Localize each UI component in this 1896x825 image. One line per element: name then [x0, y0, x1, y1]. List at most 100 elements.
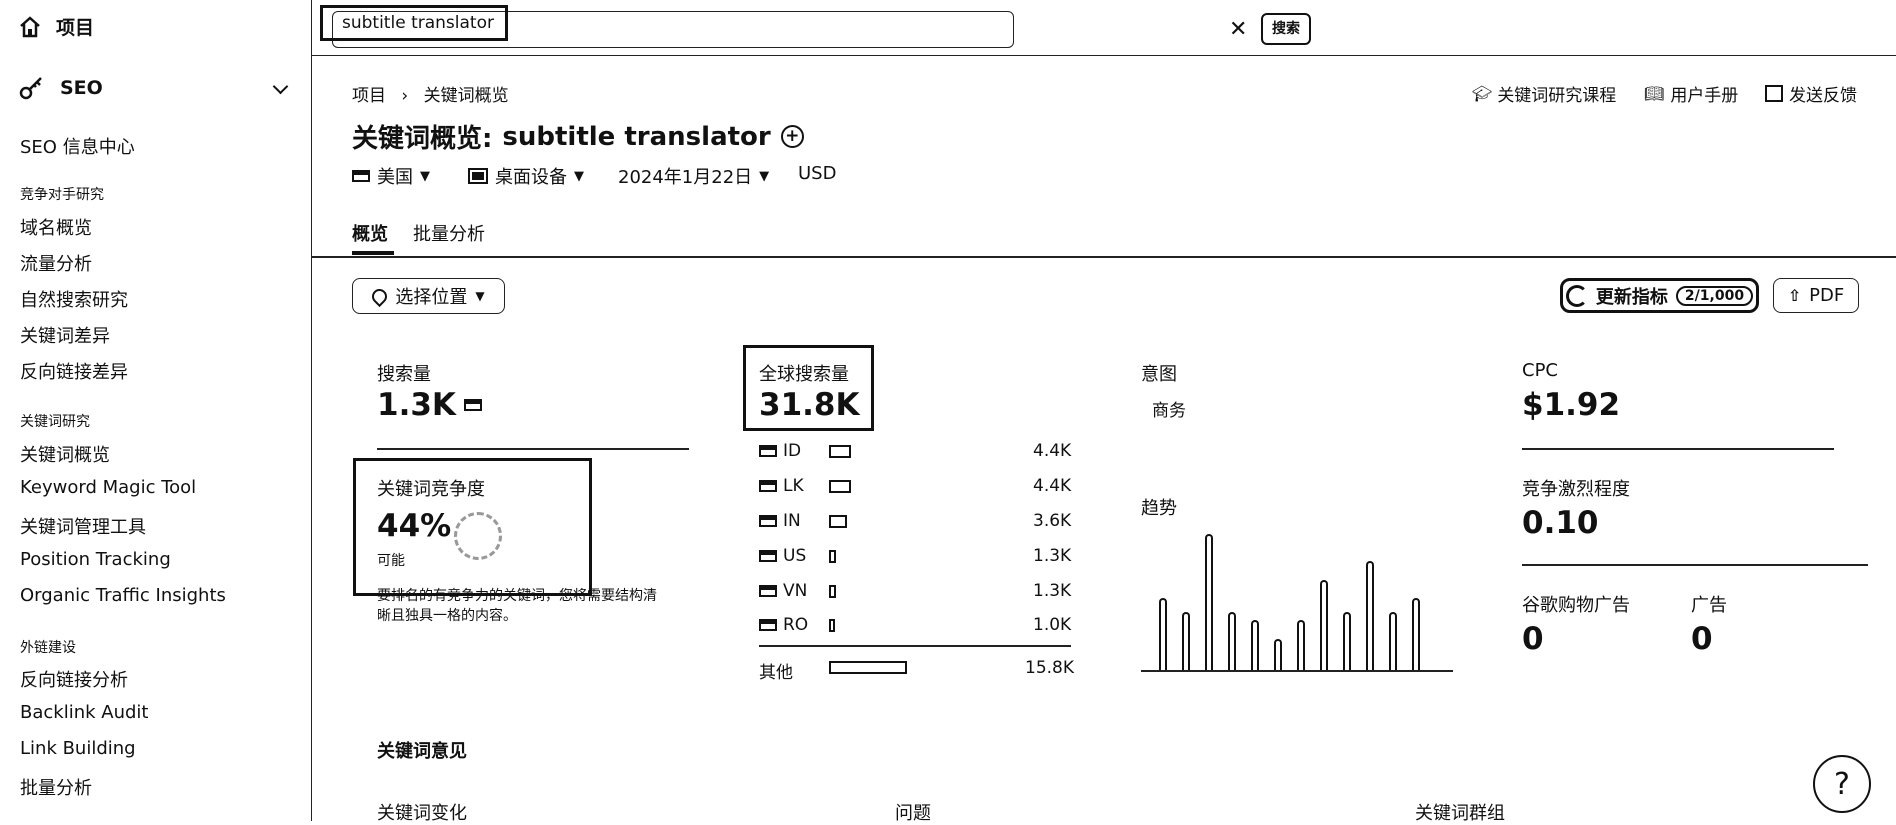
country-value: 4.4K	[1033, 476, 1072, 496]
sidebar-item-link-building[interactable]: Link Building	[20, 738, 136, 759]
difficulty-gauge	[454, 512, 502, 560]
country-filter-label: 美国	[377, 167, 413, 188]
feedback-link[interactable]: 发送反馈	[1765, 81, 1857, 106]
country-list-divider	[759, 645, 1071, 647]
sidebar-item-backlink-audit[interactable]: Backlink Audit	[20, 702, 148, 723]
cpc-label: CPC	[1522, 360, 1558, 381]
upload-icon: ⇧	[1787, 286, 1802, 305]
shopping-ads-value: 0	[1522, 621, 1544, 657]
search-button[interactable]: 搜索	[1261, 13, 1311, 45]
sidebar-item-position-tracking[interactable]: Position Tracking	[20, 549, 171, 570]
breadcrumb: 项目 › 关键词概览	[352, 81, 509, 106]
sidebar-item-bulk-analysis[interactable]: 批量分析	[20, 774, 92, 800]
ideas-column-variations[interactable]: 关键词变化	[377, 799, 467, 825]
flag-icon	[759, 480, 777, 492]
country-bar	[829, 515, 847, 528]
country-row: ID	[759, 441, 801, 461]
page-title-prefix: 关键词概览:	[352, 124, 493, 154]
country-value: 3.6K	[1033, 511, 1072, 531]
sidebar-item-seo-center[interactable]: SEO 信息中心	[20, 133, 135, 159]
other-label: 其他	[759, 663, 793, 683]
chevron-down-icon: ▼	[759, 168, 770, 184]
country-value: 1.3K	[1033, 546, 1072, 566]
difficulty-description-1: 要排名的有竞争力的关键词，您将需要结构清	[377, 588, 657, 604]
sidebar-item-keyword-overview[interactable]: 关键词概览	[20, 441, 110, 467]
pdf-button[interactable]: ⇧ PDF	[1773, 278, 1859, 313]
add-circle-icon[interactable]: +	[780, 125, 804, 148]
sidebar-home[interactable]: 项目	[18, 13, 94, 40]
breadcrumb-root[interactable]: 项目	[352, 86, 386, 106]
sidebar-item-organic-traffic-insights[interactable]: Organic Traffic Insights	[20, 585, 226, 606]
country-code: US	[783, 546, 807, 566]
feedback-icon	[1765, 85, 1783, 102]
location-pin-icon	[369, 285, 391, 307]
sidebar-item-backlink-gap[interactable]: 反向链接差异	[20, 358, 128, 384]
trend-bar	[1343, 612, 1351, 670]
flag-icon	[759, 515, 777, 527]
trend-bar	[1389, 612, 1397, 670]
intent-label: 意图	[1141, 364, 1177, 385]
page-title: 关键词概览: subtitle translator +	[352, 118, 804, 155]
trend-bar	[1182, 612, 1190, 670]
flag-icon	[759, 550, 777, 562]
sidebar-item-traffic-analysis[interactable]: 流量分析	[20, 250, 92, 276]
manual-link[interactable]: 📖︎ 用户手册	[1644, 81, 1738, 106]
country-row: RO	[759, 615, 808, 635]
chevron-down-icon: ▼	[574, 168, 584, 184]
manual-link-label: 用户手册	[1670, 86, 1739, 106]
sidebar-item-keyword-manager[interactable]: 关键词管理工具	[20, 513, 146, 539]
difficulty-label: 关键词竞争度	[377, 479, 485, 500]
trend-bar	[1297, 620, 1305, 670]
flag-icon	[759, 445, 777, 457]
competition-label: 竞争激烈程度	[1522, 479, 1630, 500]
country-filter[interactable]: 美国 ▼	[352, 163, 430, 189]
update-metrics-count: 2/1,000	[1675, 285, 1754, 306]
breadcrumb-separator-icon: ›	[401, 86, 409, 106]
key-icon	[19, 77, 42, 100]
sidebar-seo[interactable]: SEO	[18, 74, 103, 102]
country-code: VN	[783, 581, 808, 601]
sidebar-item-backlink-analytics[interactable]: 反向链接分析	[20, 666, 128, 692]
competition-divider	[1522, 564, 1868, 566]
country-bar	[829, 550, 836, 563]
feedback-link-label: 发送反馈	[1789, 86, 1857, 106]
country-code: LK	[783, 476, 804, 496]
tab-bulk-analysis[interactable]: 批量分析	[413, 220, 485, 246]
clear-icon[interactable]: ✕	[1229, 17, 1247, 42]
us-flag-icon	[463, 399, 482, 411]
tab-overview[interactable]: 概览	[352, 220, 388, 246]
course-link[interactable]: 🎓︎ 关键词研究课程	[1472, 81, 1616, 106]
sidebar-item-domain-overview[interactable]: 域名概览	[20, 214, 92, 240]
sidebar-item-keyword-magic-tool[interactable]: Keyword Magic Tool	[20, 477, 196, 498]
trend-bar	[1320, 580, 1328, 670]
ideas-column-clusters[interactable]: 关键词群组	[1415, 799, 1505, 825]
sidebar: 项目 SEO SEO 信息中心 竞争对手研究 域名概览 流量分析 自然搜索研究 …	[0, 0, 312, 821]
intent-badge: 商务	[1152, 401, 1186, 421]
date-filter[interactable]: 2024年1月22日 ▼	[618, 163, 769, 189]
trend-bar	[1251, 620, 1259, 670]
country-row: LK	[759, 476, 804, 496]
country-row: US	[759, 546, 806, 566]
trend-bar	[1274, 639, 1282, 670]
ideas-column-questions[interactable]: 问题	[895, 799, 931, 825]
sidebar-item-keyword-gap[interactable]: 关键词差异	[20, 322, 110, 348]
chevron-down-icon[interactable]	[272, 78, 289, 95]
shopping-ads-label: 谷歌购物广告	[1522, 595, 1630, 616]
country-value: 4.4K	[1033, 441, 1072, 461]
country-code: ID	[783, 441, 802, 461]
book-icon: 📖︎	[1644, 84, 1665, 103]
device-filter[interactable]: 桌面设备 ▼	[468, 163, 584, 189]
top-bar: subtitle translator ✕ 搜索	[311, 0, 1896, 56]
course-link-label: 关键词研究课程	[1497, 86, 1617, 106]
refresh-icon	[1565, 284, 1588, 307]
trend-bar	[1366, 561, 1374, 670]
country-row: VN	[759, 581, 807, 601]
search-input-value[interactable]: subtitle translator	[320, 5, 508, 41]
update-metrics-button[interactable]: 更新指标 2/1,000	[1560, 278, 1759, 313]
tabs-divider	[311, 256, 1896, 258]
sidebar-item-organic-research[interactable]: 自然搜索研究	[20, 286, 128, 312]
sidebar-home-label: 项目	[56, 17, 95, 39]
location-button[interactable]: 选择位置 ▼	[352, 278, 505, 314]
help-button[interactable]: ?	[1813, 755, 1871, 813]
difficulty-value: 44%	[377, 508, 452, 544]
